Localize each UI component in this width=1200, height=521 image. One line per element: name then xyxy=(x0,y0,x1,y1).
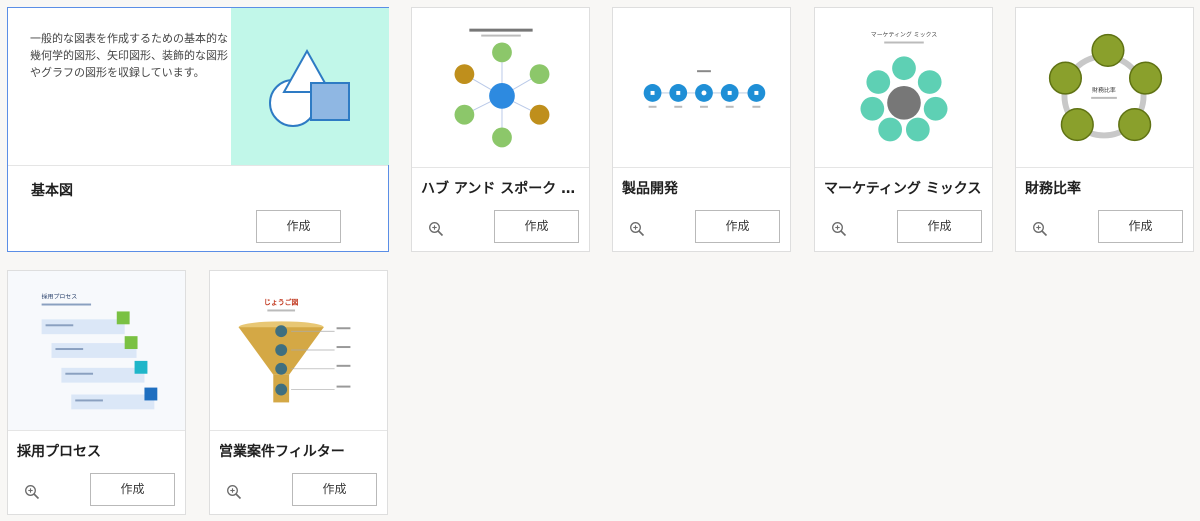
basic-shapes-icon xyxy=(269,48,350,127)
create-button[interactable]: 作成 xyxy=(695,210,780,243)
template-title: 採用プロセス xyxy=(17,444,101,460)
create-button[interactable]: 作成 xyxy=(292,473,377,506)
zoom-in-icon[interactable] xyxy=(1032,221,1048,237)
template-title: 営業案件フィルター xyxy=(219,444,345,460)
product-development-thumbnail xyxy=(613,8,790,167)
zoom-in-icon[interactable] xyxy=(629,221,645,237)
create-button[interactable]: 作成 xyxy=(897,210,982,243)
hiring-process-thumbnail: 採用プロセス xyxy=(8,271,185,430)
financial-ratios-thumbnail: 財務比率 xyxy=(1016,8,1193,167)
card-divider xyxy=(210,430,387,431)
zoom-in-icon[interactable] xyxy=(428,221,444,237)
template-title: 基本図 xyxy=(31,183,73,199)
template-card-sales-funnel[interactable]: じょうご図 営業案件フィルター 作成 xyxy=(209,270,388,515)
marketing-mix-thumbnail: マーケティング ミックス xyxy=(815,8,992,167)
template-card-product-development[interactable]: 製品開発 作成 xyxy=(612,7,791,252)
card-divider xyxy=(1016,167,1193,168)
template-card-basic-shapes[interactable]: 一般的な図表を作成するための基本的な幾何学的図形、矢印図形、装飾的な図形やグラフ… xyxy=(7,7,389,252)
zoom-in-icon[interactable] xyxy=(226,484,242,500)
create-button[interactable]: 作成 xyxy=(256,210,341,243)
template-title: 製品開発 xyxy=(622,181,678,197)
template-card-hub-and-spoke[interactable]: ハブ アンド スポーク モデル 作成 xyxy=(411,7,590,252)
thumbnail-heading: じょうご図 xyxy=(264,298,299,307)
card-divider xyxy=(613,167,790,168)
hub-spoke-thumbnail xyxy=(412,8,589,167)
template-card-hiring-process[interactable]: 採用プロセス 採用プロセス 作成 xyxy=(7,270,186,515)
basic-shapes-thumbnail xyxy=(231,8,389,165)
create-button[interactable]: 作成 xyxy=(494,210,579,243)
thumbnail-heading: マーケティング ミックス xyxy=(871,31,937,39)
thumbnail-heading: 財務比率 xyxy=(1092,86,1116,94)
template-card-financial-ratios[interactable]: 財務比率 財務比率 作成 xyxy=(1015,7,1194,252)
template-title: 財務比率 xyxy=(1025,181,1081,197)
template-description: 一般的な図表を作成するための基本的な幾何学的図形、矢印図形、装飾的な図形やグラフ… xyxy=(30,32,228,79)
sales-funnel-thumbnail: じょうご図 xyxy=(210,271,387,430)
template-title: ハブ アンド スポーク モデル xyxy=(421,181,586,197)
zoom-in-icon[interactable] xyxy=(24,484,40,500)
thumbnail-heading: 採用プロセス xyxy=(42,293,78,301)
card-divider xyxy=(8,430,185,431)
card-divider xyxy=(815,167,992,168)
create-button[interactable]: 作成 xyxy=(90,473,175,506)
card-divider xyxy=(8,165,388,166)
template-card-marketing-mix[interactable]: マーケティング ミックス マーケティング ミックス 作成 xyxy=(814,7,993,252)
template-title: マーケティング ミックス xyxy=(824,181,982,197)
create-button[interactable]: 作成 xyxy=(1098,210,1183,243)
card-divider xyxy=(412,167,589,168)
zoom-in-icon[interactable] xyxy=(831,221,847,237)
